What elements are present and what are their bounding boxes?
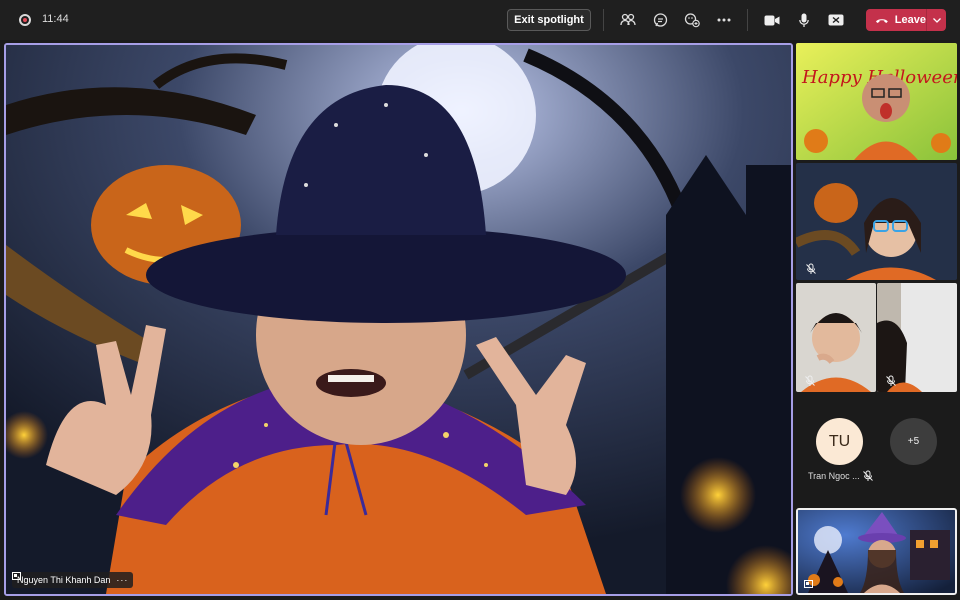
leave-label: Leave [894, 14, 926, 26]
record-dot-icon [19, 14, 31, 26]
participant-name: Nguyen Thi Khanh Dan [17, 575, 111, 585]
participant-video-feed: Happy Halloween [796, 43, 957, 160]
leave-main[interactable]: Leave [866, 9, 926, 31]
participant-video-feed [796, 163, 957, 280]
spotlight-icon [804, 580, 813, 588]
spotlight-icon [12, 572, 21, 580]
toolbar-divider [747, 9, 748, 31]
participant-tile[interactable] [877, 283, 957, 392]
participant-avatar[interactable]: TU [816, 418, 863, 465]
phone-icon [875, 18, 888, 23]
participant-name-tag: Nguyen Thi Khanh Dan ··· [12, 572, 134, 588]
muted-mic-icon [886, 375, 896, 386]
more-icon[interactable] [713, 10, 735, 30]
meeting-timer: 11:44 [42, 13, 69, 25]
camera-icon[interactable] [761, 10, 783, 30]
exit-spotlight-button[interactable]: Exit spotlight [507, 9, 591, 31]
participant-tile[interactable]: Happy Halloween [796, 43, 957, 160]
microphone-icon[interactable] [793, 10, 815, 30]
leave-options-chevron-icon[interactable] [926, 9, 946, 31]
self-view-tile[interactable] [796, 508, 957, 595]
reactions-icon[interactable] [681, 10, 703, 30]
muted-mic-icon [806, 263, 816, 274]
share-screen-icon[interactable] [825, 10, 847, 30]
more-participants-button[interactable]: +5 [890, 418, 937, 465]
people-icon[interactable] [617, 10, 639, 30]
leave-button[interactable]: Leave [866, 9, 946, 31]
muted-mic-icon [805, 375, 815, 386]
muted-mic-icon [863, 470, 873, 481]
participant-tile[interactable] [796, 163, 957, 280]
participant-more-button[interactable]: ··· [116, 575, 128, 585]
self-video-feed [798, 510, 955, 593]
spotlight-video[interactable]: Nguyen Thi Khanh Dan ··· [4, 43, 793, 596]
chat-icon[interactable] [649, 10, 671, 30]
participant-tile[interactable] [796, 283, 876, 392]
spotlight-video-feed [6, 45, 791, 594]
toolbar-divider [603, 9, 604, 31]
participant-name: Tran Ngoc ... [808, 471, 860, 481]
meeting-toolbar: 11:44 Exit spotlight Leave [0, 0, 960, 40]
